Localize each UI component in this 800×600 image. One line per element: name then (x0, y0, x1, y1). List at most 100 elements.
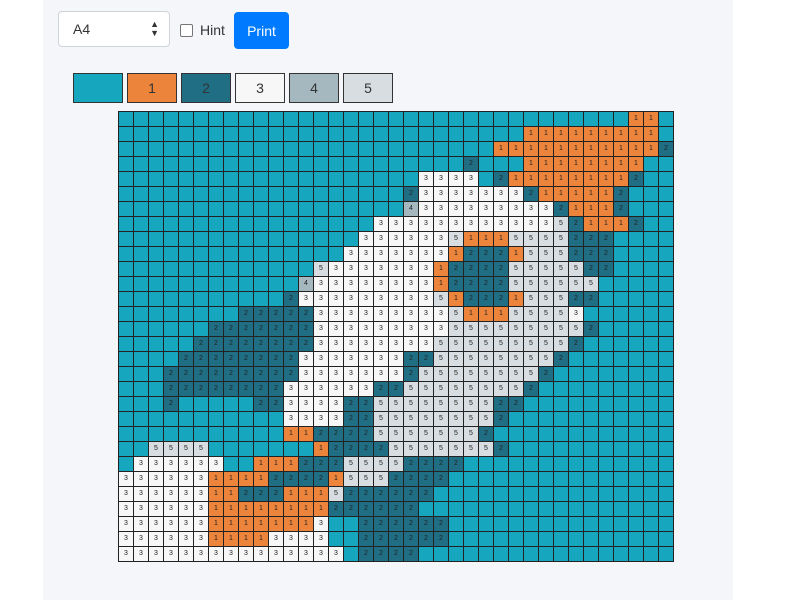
hint-toggle[interactable]: Hint (180, 22, 225, 38)
grid-cell: 2 (389, 502, 403, 516)
print-button[interactable]: Print (234, 12, 289, 49)
grid-cell: 3 (329, 277, 343, 291)
grid-cell: 3 (404, 217, 418, 231)
grid-cell (629, 322, 643, 336)
grid-cell (134, 262, 148, 276)
grid-cell: 3 (434, 322, 448, 336)
hint-checkbox[interactable] (180, 23, 193, 37)
grid-cell (569, 427, 583, 441)
grid-cell: 3 (434, 247, 448, 261)
grid-cell (299, 262, 313, 276)
grid-cell: 3 (149, 472, 163, 486)
grid-cell (179, 412, 193, 426)
grid-cell: 2 (464, 277, 478, 291)
grid-cell (569, 472, 583, 486)
grid-cell: 1 (539, 172, 553, 186)
grid-cell: 5 (389, 397, 403, 411)
grid-cell (614, 322, 628, 336)
grid-cell (179, 187, 193, 201)
grid-cell: 2 (584, 322, 598, 336)
grid-cell: 5 (464, 337, 478, 351)
grid-cell (344, 517, 358, 531)
color-swatch-3[interactable]: 3 (235, 73, 285, 103)
grid-cell (389, 187, 403, 201)
color-swatch-1[interactable]: 1 (127, 73, 177, 103)
grid-cell (164, 247, 178, 261)
grid-cell (254, 427, 268, 441)
color-swatch-2[interactable]: 2 (181, 73, 231, 103)
grid-cell: 2 (344, 412, 358, 426)
grid-cell: 3 (254, 547, 268, 561)
grid-cell: 1 (284, 517, 298, 531)
grid-cell: 3 (329, 412, 343, 426)
grid-cell (329, 202, 343, 216)
grid-cell: 1 (299, 427, 313, 441)
grid-cell: 1 (239, 502, 253, 516)
grid-cell: 2 (269, 397, 283, 411)
grid-cell: 3 (359, 367, 373, 381)
grid-cell (659, 337, 673, 351)
grid-cell: 1 (494, 142, 508, 156)
grid-cell (659, 367, 673, 381)
grid-cell: 3 (344, 322, 358, 336)
grid-cell: 2 (494, 442, 508, 456)
grid-cell: 1 (254, 472, 268, 486)
grid-cell: 1 (209, 487, 223, 501)
grid-cell: 1 (629, 112, 643, 126)
grid-cell (539, 427, 553, 441)
grid-cell: 2 (404, 457, 418, 471)
grid-cell: 5 (449, 307, 463, 321)
grid-cell (659, 262, 673, 276)
grid-cell: 1 (209, 502, 223, 516)
grid-cell (584, 517, 598, 531)
grid-cell: 2 (284, 352, 298, 366)
grid-cell: 2 (224, 382, 238, 396)
color-swatch-0[interactable] (73, 73, 123, 103)
grid-cell (584, 397, 598, 411)
grid-cell (254, 172, 268, 186)
grid-cell (209, 157, 223, 171)
grid-cell: 3 (164, 517, 178, 531)
grid-cell (164, 202, 178, 216)
grid-cell (554, 517, 568, 531)
paper-size-select[interactable]: A4 ▲ ▼ (58, 11, 170, 47)
grid-cell: 2 (614, 202, 628, 216)
grid-cell (389, 157, 403, 171)
grid-cell: 3 (314, 322, 328, 336)
grid-cell: 3 (299, 352, 313, 366)
grid-cell (614, 382, 628, 396)
grid-cell (194, 172, 208, 186)
color-swatch-4[interactable]: 4 (289, 73, 339, 103)
grid-cell (134, 127, 148, 141)
grid-cell: 1 (254, 457, 268, 471)
grid-cell: 5 (419, 412, 433, 426)
grid-cell: 3 (209, 457, 223, 471)
grid-cell: 3 (344, 367, 358, 381)
grid-cell (149, 172, 163, 186)
grid-cell: 2 (494, 277, 508, 291)
grid-cell (614, 397, 628, 411)
grid-cell: 1 (599, 172, 613, 186)
grid-cell: 3 (329, 292, 343, 306)
grid-cell: 2 (359, 547, 373, 561)
grid-cell (179, 307, 193, 321)
grid-cell (119, 442, 133, 456)
grid-cell (659, 382, 673, 396)
grid-cell: 3 (224, 547, 238, 561)
grid-cell: 1 (464, 307, 478, 321)
grid-cell: 5 (434, 412, 448, 426)
grid-cell (344, 187, 358, 201)
grid-cell: 3 (419, 277, 433, 291)
grid-cell (134, 337, 148, 351)
color-swatch-5[interactable]: 5 (343, 73, 393, 103)
grid-cell (134, 322, 148, 336)
grid-cell (479, 112, 493, 126)
grid-cell (614, 367, 628, 381)
grid-cell: 2 (569, 292, 583, 306)
grid-cell: 2 (359, 487, 373, 501)
grid-cell: 2 (434, 517, 448, 531)
grid-cell: 2 (494, 412, 508, 426)
grid-cell (449, 502, 463, 516)
grid-cell: 5 (329, 487, 343, 501)
grid-cell (119, 277, 133, 291)
